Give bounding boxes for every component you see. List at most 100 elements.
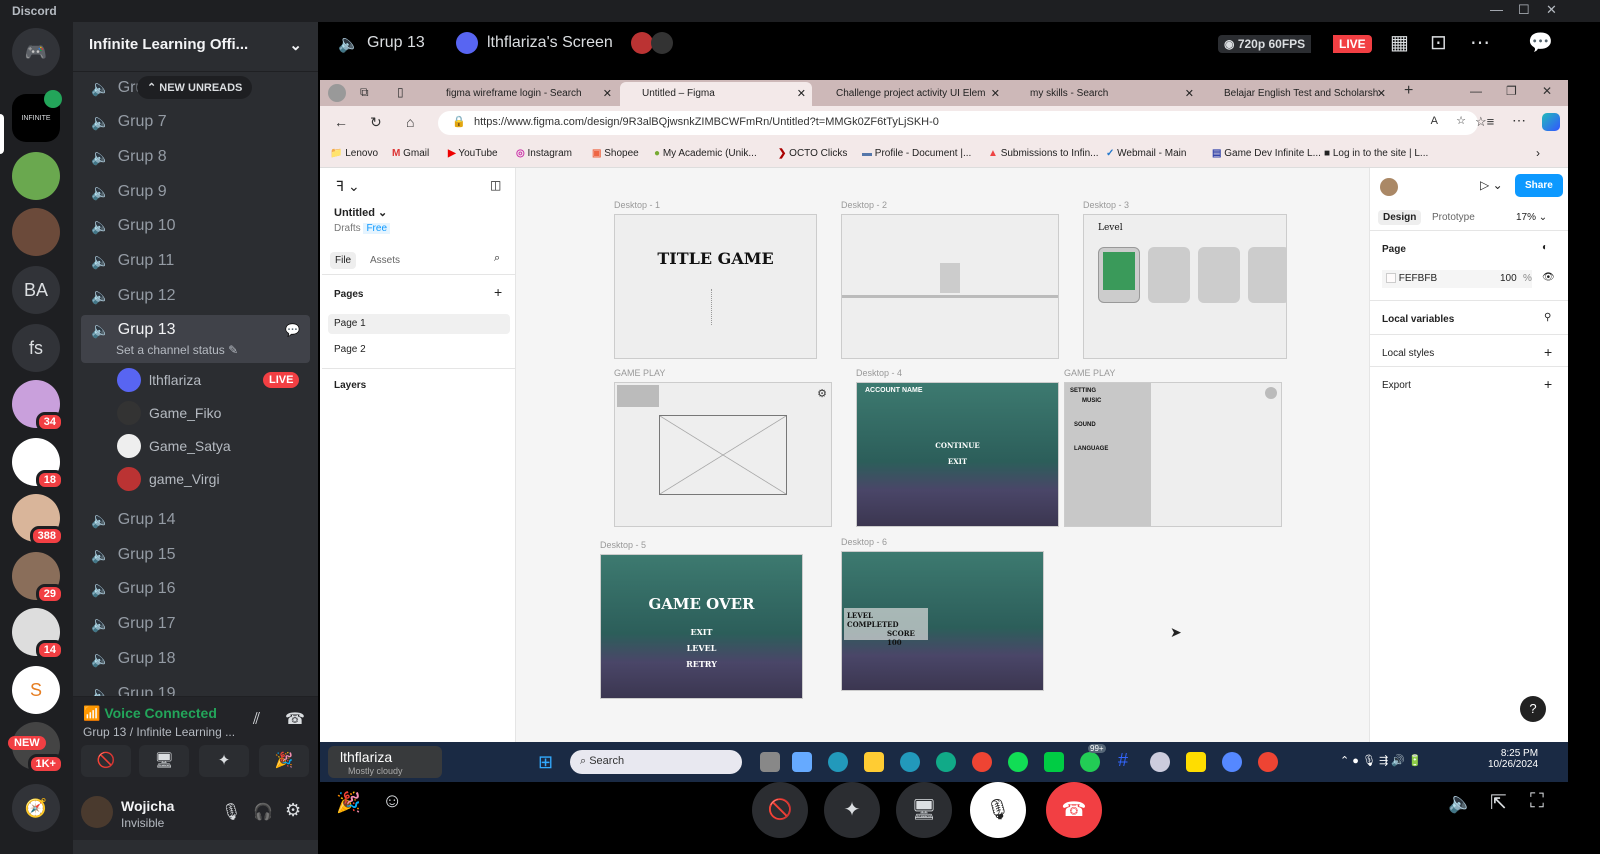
figma-menu-icon[interactable]: ꟻ ⌄ xyxy=(336,178,360,195)
channel-grup-8[interactable]: 🔈 Grup 8 xyxy=(81,141,310,173)
help-button[interactable]: ? xyxy=(1520,696,1546,722)
frame-desktop-2[interactable] xyxy=(841,214,1059,359)
channel-grup-9[interactable]: 🔈 Grup 9 xyxy=(81,176,310,208)
chrome-icon[interactable] xyxy=(972,752,992,772)
server-fs[interactable]: fs xyxy=(12,324,60,372)
voice-user[interactable]: game_Virgi xyxy=(117,467,220,491)
taskbar-search[interactable]: ⌕ Search xyxy=(570,750,742,774)
disconnect-icon[interactable]: ☎ xyxy=(285,709,305,729)
chat-icon[interactable]: 💬 xyxy=(1528,30,1553,55)
chrome-profile-icon[interactable] xyxy=(1258,752,1278,772)
channel-grup-12[interactable]: 🔈 Grup 12 xyxy=(81,280,310,312)
channel-grup-17[interactable]: 🔈 Grup 17 xyxy=(81,608,310,640)
inbox-icon[interactable]: ⊡ xyxy=(1430,30,1447,55)
activities-button[interactable]: ✦ xyxy=(199,745,249,777)
channel-grup-18[interactable]: 🔈 Grup 18 xyxy=(81,643,310,675)
noise-suppression-icon[interactable]: ⫽ xyxy=(253,711,260,729)
variables-icon[interactable]: ⚲ xyxy=(1544,312,1551,323)
server-5[interactable]: 388 xyxy=(12,494,64,546)
server-infinite-learning[interactable]: INFINITE xyxy=(12,90,62,142)
add-export-icon[interactable]: + xyxy=(1544,376,1552,392)
file-name[interactable]: Untitled ⌄ xyxy=(334,206,387,219)
channel-grup-10[interactable]: 🔈 Grup 10 xyxy=(81,210,310,242)
page-color-input[interactable]: FEFBFB 100% xyxy=(1382,270,1532,288)
profile-icon[interactable] xyxy=(328,84,346,102)
channel-grup-11[interactable]: 🔈 Grup 11 xyxy=(81,245,310,277)
fullscreen-icon[interactable]: ⛶ xyxy=(1530,790,1544,813)
tab-assets[interactable]: Assets xyxy=(370,255,400,266)
discord-icon[interactable] xyxy=(1222,752,1242,772)
volume-icon[interactable]: 🔈 xyxy=(1448,790,1473,815)
voice-user[interactable]: Game_Fiko xyxy=(117,401,221,425)
close-button[interactable]: ✕ xyxy=(1546,2,1557,18)
spotify-icon[interactable] xyxy=(1008,752,1028,772)
server-avatar-1[interactable] xyxy=(12,152,60,200)
maximize-button[interactable]: ☐ xyxy=(1518,2,1530,18)
new-tab-button[interactable]: + xyxy=(1404,82,1413,100)
eye-icon[interactable]: 👁 xyxy=(1542,272,1555,283)
add-style-icon[interactable]: + xyxy=(1544,344,1552,360)
bookmark[interactable]: ❯ OCTO Clicks xyxy=(778,148,847,159)
activities-button[interactable]: ✦ xyxy=(824,782,880,838)
channel-grup-13[interactable]: 🔈 Grup 13 Set a channel status ✎ 💬 xyxy=(81,315,310,363)
search-icon[interactable]: ⌕ xyxy=(494,252,500,265)
gear-icon[interactable]: ⚙ xyxy=(285,800,301,821)
frame-desktop-5[interactable]: GAME OVER EXIT LEVEL RETRY xyxy=(600,554,803,699)
bookmark[interactable]: M Gmail xyxy=(392,148,429,159)
favorites-icon[interactable]: ☆≡ xyxy=(1475,114,1494,130)
server-8[interactable]: S xyxy=(12,666,60,714)
sticky-notes-icon[interactable] xyxy=(1186,752,1206,772)
tab-challenge[interactable]: Challenge project activity UI Elem ✕ xyxy=(814,82,1006,106)
tab-design[interactable]: Design xyxy=(1378,210,1422,225)
frame-desktop-6[interactable]: LEVEL COMPLETED SCORE 100 xyxy=(841,551,1044,691)
voice-user[interactable]: lthflariza xyxy=(117,368,201,392)
workspaces-icon[interactable]: ⧉ xyxy=(360,85,369,100)
zoom-level[interactable]: 17% ⌄ xyxy=(1516,212,1547,223)
frame-game-play-1[interactable]: ⚙ xyxy=(614,382,832,527)
tab-actions-icon[interactable]: ▯ xyxy=(397,85,404,99)
telegram-icon[interactable] xyxy=(828,752,848,772)
server-ba[interactable]: BA xyxy=(12,266,60,314)
chat-icon[interactable]: 💬 xyxy=(285,323,300,337)
soundboard-icon[interactable]: 🎉 xyxy=(336,790,361,815)
add-page-icon[interactable]: + xyxy=(494,284,502,300)
sidebar-toggle-icon[interactable]: ◫ xyxy=(490,178,501,192)
frame-desktop-1[interactable]: TITLE GAME xyxy=(614,214,817,359)
bookmark[interactable]: ▣ Shopee xyxy=(592,148,639,159)
system-tray[interactable]: ⌃ ● 🎙 ⇶ 🔊 🔋 xyxy=(1340,754,1422,767)
headphones-icon[interactable]: 🎧 xyxy=(253,802,273,822)
file-explorer-icon[interactable] xyxy=(864,752,884,772)
frame-game-play-2[interactable]: SETTING MUSIC SOUND LANGUAGE xyxy=(1064,382,1282,527)
more-icon[interactable]: ⋯ xyxy=(1470,30,1490,55)
server-header[interactable]: Infinite Learning Offi... ⌄ xyxy=(73,22,318,72)
bookmark[interactable]: 📁 Lenovo xyxy=(330,148,378,159)
leave-call-button[interactable]: ☎ xyxy=(1046,782,1102,838)
new-unreads-pill[interactable]: ⌃ NEW UNREADS xyxy=(137,76,253,99)
more-bookmarks-icon[interactable]: › xyxy=(1536,146,1540,160)
server-9[interactable]: NEW 1K+ xyxy=(8,722,64,774)
export[interactable]: Export xyxy=(1382,380,1411,391)
discord-home-icon[interactable]: 🎮 xyxy=(12,28,60,76)
microphone-button[interactable]: 🎙 xyxy=(970,782,1026,838)
channel-grup-7[interactable]: 🔈 Grup 7 xyxy=(81,106,310,138)
copilot-icon[interactable] xyxy=(792,752,812,772)
bookmark[interactable]: ▤ Game Dev Infinite L... xyxy=(1212,148,1321,159)
share-button[interactable]: Share xyxy=(1515,174,1563,197)
channel-status[interactable]: Set a channel status ✎ xyxy=(116,343,238,357)
bookmark[interactable]: ▬ Profile - Document |... xyxy=(862,148,971,159)
frame-desktop-4[interactable]: ACCOUNT NAME CONTINUE EXIT xyxy=(856,382,1059,527)
server-7[interactable]: 14 xyxy=(12,608,64,660)
popout-icon[interactable]: ⇱ xyxy=(1490,790,1507,815)
page-item[interactable]: Page 1 xyxy=(328,314,510,334)
server-3[interactable]: 34 xyxy=(12,380,64,432)
camera-off-button[interactable]: 🚫 xyxy=(752,782,808,838)
back-icon[interactable]: ← xyxy=(334,114,348,130)
line-icon[interactable] xyxy=(1044,752,1064,772)
stream-overlay[interactable]: lthflariza Mostly cloudy xyxy=(328,746,442,778)
tab-belajar[interactable]: Belajar English Test and Scholarsh ✕ xyxy=(1202,82,1392,106)
microphone-icon[interactable]: 🎙 xyxy=(221,802,241,822)
telegram-icon[interactable] xyxy=(900,752,920,772)
bookmark[interactable]: ✓ Webmail - Main xyxy=(1106,148,1186,159)
close-button[interactable]: ✕ xyxy=(1542,84,1552,98)
screen-share-button[interactable]: 🖥 xyxy=(896,782,952,838)
